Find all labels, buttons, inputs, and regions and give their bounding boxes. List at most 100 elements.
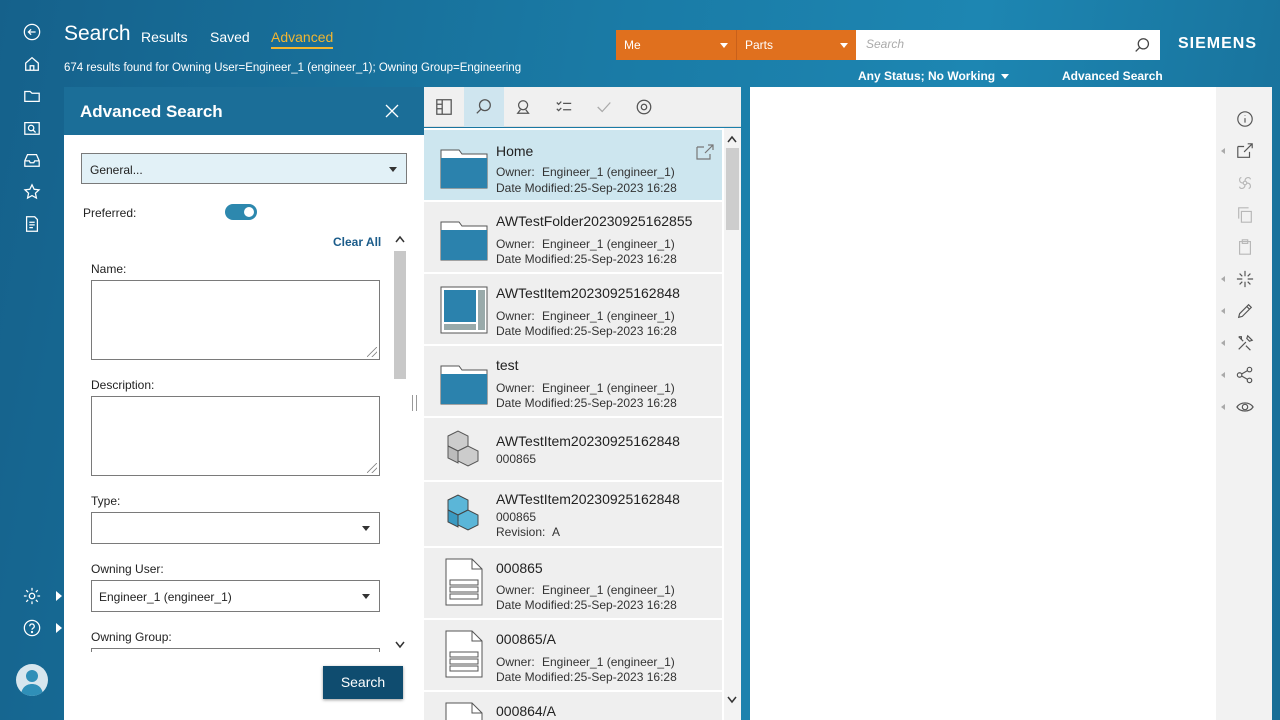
sparkle-icon (1236, 270, 1254, 288)
page-title: Search (64, 22, 131, 45)
chevron-down-icon (840, 43, 848, 48)
search-icon[interactable] (1134, 37, 1151, 54)
info-action[interactable] (1216, 107, 1272, 131)
advanced-search-link[interactable]: Advanced Search (1062, 69, 1163, 83)
chevron-down-icon (362, 526, 370, 531)
scroll-up-icon[interactable] (727, 135, 737, 143)
share-action[interactable] (1216, 363, 1272, 387)
revision-value: A (552, 525, 561, 539)
back-icon[interactable] (20, 20, 44, 44)
date-key: Date Modified: (496, 396, 574, 410)
inbox-icon[interactable] (20, 148, 44, 172)
type-select[interactable] (91, 512, 380, 544)
name-field[interactable] (91, 280, 380, 360)
settings-icon[interactable] (20, 584, 44, 608)
part-blue-icon (447, 494, 479, 531)
search-folder-icon[interactable] (20, 116, 44, 140)
resize-grip-icon[interactable] (367, 463, 377, 473)
folder-icon[interactable] (20, 84, 44, 108)
help-icon[interactable] (20, 616, 44, 640)
tab-results[interactable]: Results (141, 29, 188, 45)
list-item[interactable]: 000865 Owner: Engineer_1 (engineer_1) Dat… (424, 548, 722, 620)
owning-group-select[interactable] (91, 648, 380, 652)
owner-line: Owner: Engineer_1 (engineer_1) (496, 583, 675, 597)
list-item[interactable]: AWTestItem20230925162848 000865 Revision… (424, 482, 722, 548)
status-filter-dropdown[interactable]: Any Status; No Working (858, 69, 1010, 83)
status-filter-label: Any Status; No Working (858, 69, 996, 83)
paste-action[interactable] (1216, 235, 1272, 259)
date-value: 25-Sep-2023 16:28 (574, 670, 677, 684)
type-scope-dropdown[interactable]: Parts (736, 30, 856, 60)
scroll-down-icon[interactable] (727, 696, 737, 704)
list-item[interactable]: AWTestFolder20230925162855 Owner: Enginee… (424, 202, 722, 274)
info-icon (1237, 111, 1253, 127)
settings-button[interactable] (624, 87, 664, 127)
owning-user-select[interactable]: Engineer_1 (engineer_1) (91, 580, 380, 612)
type-label: Type: (91, 494, 121, 508)
scroll-thumb[interactable] (394, 251, 406, 379)
form-scrollbar[interactable] (392, 233, 406, 653)
item-name: AWTestFolder20230925162855 (496, 213, 693, 229)
list-item[interactable]: AWTestItem20230925162848 Owner: Engineer_… (424, 274, 722, 346)
copy-action[interactable] (1216, 203, 1272, 227)
search-button[interactable]: Search (323, 666, 403, 699)
tools-icon (1238, 334, 1254, 351)
check-button[interactable] (584, 87, 624, 127)
close-icon[interactable] (384, 103, 400, 119)
open-action[interactable] (1216, 139, 1272, 163)
list-item[interactable]: Home Owner: Engineer_1 (engineer_1) Date … (424, 130, 722, 202)
description-field[interactable] (91, 396, 380, 476)
pencil-icon (1237, 303, 1253, 319)
user-avatar[interactable] (16, 664, 48, 696)
view-action[interactable] (1216, 395, 1272, 419)
saved-query-select[interactable]: General... (81, 153, 407, 184)
saved-query-value: General... (90, 163, 143, 177)
layout-button[interactable] (424, 87, 464, 127)
scroll-down-icon[interactable] (395, 641, 405, 649)
preferred-toggle[interactable] (225, 204, 257, 220)
panel-splitter[interactable] (412, 395, 417, 411)
date-line: Date Modified:25-Sep-2023 16:28 (496, 396, 677, 410)
branch-action[interactable] (1216, 171, 1272, 195)
date-key: Date Modified: (496, 598, 574, 612)
favorites-icon[interactable] (20, 180, 44, 204)
checklist-button[interactable] (544, 87, 584, 127)
scroll-up-icon[interactable] (395, 235, 405, 243)
siemens-logo: SIEMENS (1178, 35, 1258, 52)
search-input[interactable] (856, 30, 1116, 58)
expand-icon (1221, 404, 1225, 410)
global-navigation (0, 0, 64, 720)
search-tool-button[interactable] (464, 87, 504, 127)
expand-help-icon[interactable] (55, 623, 63, 633)
owner-scope-dropdown[interactable]: Me (616, 30, 736, 60)
tab-saved[interactable]: Saved (210, 29, 250, 45)
list-item[interactable]: 000864/A (424, 692, 722, 720)
resize-grip-icon[interactable] (367, 347, 377, 357)
owner-value: Engineer_1 (engineer_1) (542, 381, 675, 395)
date-line: Date Modified:25-Sep-2023 16:28 (496, 598, 677, 612)
owner-key: Owner: (496, 583, 535, 597)
item-name: 000865 (496, 560, 543, 576)
tools-action[interactable] (1216, 331, 1272, 355)
changes-icon[interactable] (20, 212, 44, 236)
clear-all-link[interactable]: Clear All (333, 235, 381, 249)
open-in-icon[interactable] (696, 144, 714, 160)
checklist-icon (556, 101, 572, 112)
filter-search-button[interactable] (504, 87, 544, 127)
edit-action[interactable] (1216, 299, 1272, 323)
fan-icon (1239, 177, 1251, 189)
new-action[interactable] (1216, 267, 1272, 291)
expand-icon (1221, 308, 1225, 314)
expand-settings-icon[interactable] (55, 591, 63, 601)
list-item[interactable]: test Owner: Engineer_1 (engineer_1) Date … (424, 346, 722, 418)
home-icon[interactable] (20, 52, 44, 76)
list-item[interactable]: 000865/A Owner: Engineer_1 (engineer_1) D… (424, 620, 722, 692)
owner-key: Owner: (496, 655, 535, 669)
revision-line: Revision: A (496, 525, 560, 539)
results-scrollbar[interactable] (724, 128, 741, 720)
item-name: 000865/A (496, 631, 556, 647)
right-action-bar (1216, 87, 1272, 720)
list-item[interactable]: AWTestItem20230925162848 000865 (424, 418, 722, 482)
tab-advanced[interactable]: Advanced (271, 29, 334, 49)
scroll-thumb[interactable] (726, 148, 739, 230)
